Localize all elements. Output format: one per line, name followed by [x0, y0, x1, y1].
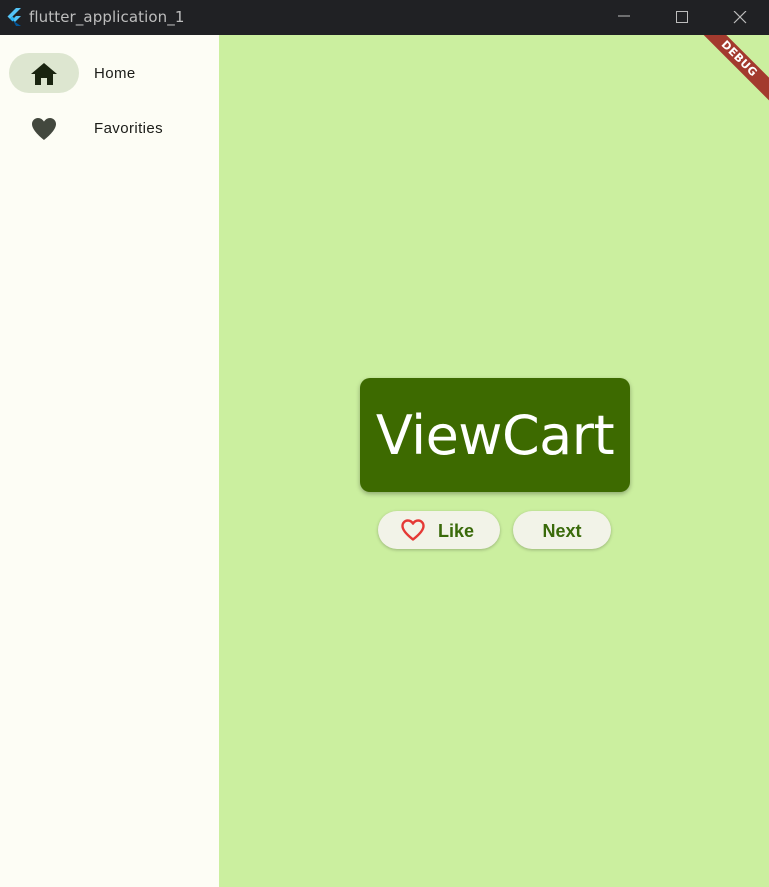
minimize-icon: [618, 15, 630, 17]
home-icon: [31, 63, 57, 85]
view-cart-text: ViewCart: [375, 404, 615, 467]
maximize-button[interactable]: [653, 0, 711, 35]
maximize-icon: [676, 11, 688, 23]
nav-label-favorities: Favorities: [94, 120, 164, 137]
like-button[interactable]: Like: [378, 511, 500, 549]
minimize-button[interactable]: [595, 0, 653, 35]
view-cart-card: ViewCart: [360, 378, 630, 492]
nav-item-favorities[interactable]: Favorities: [0, 104, 219, 154]
like-button-label: Like: [438, 521, 475, 541]
app-window: flutter_application_1 Home Favorities DE…: [0, 0, 769, 887]
flutter-logo-icon: [7, 8, 21, 26]
debug-banner: DEBUG: [687, 35, 769, 111]
nav-label-home: Home: [94, 65, 136, 82]
heart-icon: [32, 118, 56, 140]
next-button[interactable]: Next: [513, 511, 611, 549]
close-button[interactable]: [711, 0, 769, 35]
navigation-rail: Home Favorities: [0, 35, 219, 887]
close-icon: [733, 11, 747, 24]
title-bar: flutter_application_1: [0, 0, 769, 35]
next-button-label: Next: [542, 521, 582, 541]
window-title: flutter_application_1: [29, 8, 185, 26]
nav-item-home[interactable]: Home: [0, 49, 219, 99]
main-content: DEBUG ViewCart Like Next: [219, 35, 769, 887]
heart-outline-icon: [401, 519, 425, 541]
